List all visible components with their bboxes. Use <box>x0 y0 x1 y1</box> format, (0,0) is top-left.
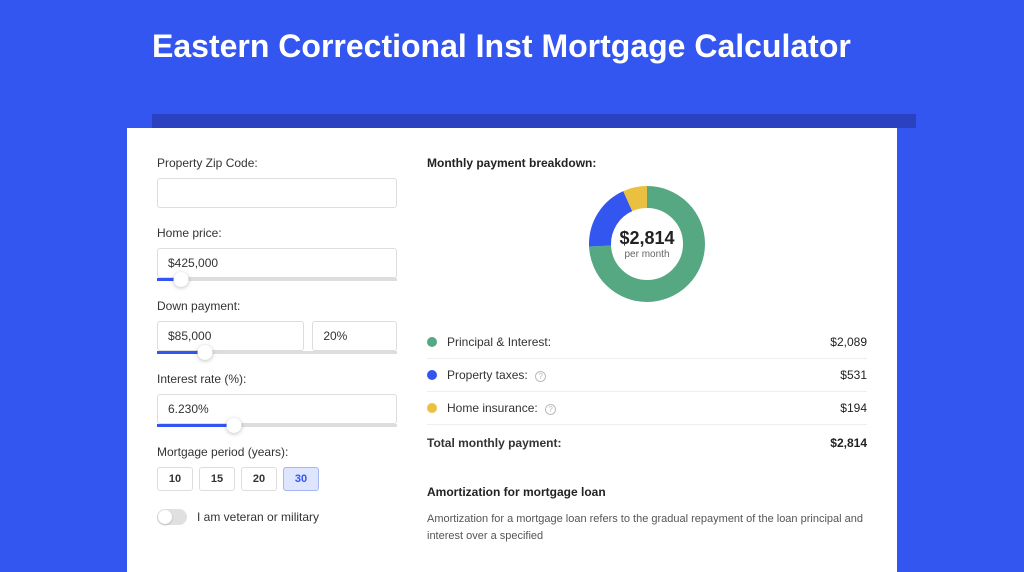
dot-yellow-icon <box>427 403 437 413</box>
principal-label: Principal & Interest: <box>447 335 830 349</box>
home-price-label: Home price: <box>157 226 397 240</box>
down-payment-percent-input[interactable] <box>312 321 397 351</box>
down-payment-label: Down payment: <box>157 299 397 313</box>
card-shadow <box>152 114 916 128</box>
info-icon[interactable]: ? <box>545 404 556 415</box>
donut-chart-container: $2,814 per month <box>427 184 867 304</box>
zip-label: Property Zip Code: <box>157 156 397 170</box>
donut-sub: per month <box>619 249 674 260</box>
interest-rate-input[interactable] <box>157 394 397 424</box>
period-options: 10 15 20 30 <box>157 467 397 491</box>
down-payment-amount-input[interactable] <box>157 321 304 351</box>
period-btn-20[interactable]: 20 <box>241 467 277 491</box>
breakdown-row-insurance: Home insurance: ? $194 <box>427 392 867 425</box>
interest-rate-slider[interactable] <box>157 424 397 427</box>
input-column: Property Zip Code: Home price: Down paym… <box>157 156 397 544</box>
insurance-label: Home insurance: ? <box>447 401 840 415</box>
down-payment-slider[interactable] <box>157 351 397 354</box>
veteran-toggle[interactable] <box>157 509 187 525</box>
down-payment-group: Down payment: <box>157 299 397 354</box>
period-label: Mortgage period (years): <box>157 445 397 459</box>
down-payment-slider-handle[interactable] <box>198 345 213 360</box>
info-icon[interactable]: ? <box>535 371 546 382</box>
dot-blue-icon <box>427 370 437 380</box>
period-btn-10[interactable]: 10 <box>157 467 193 491</box>
period-group: Mortgage period (years): 10 15 20 30 <box>157 445 397 491</box>
breakdown-row-principal: Principal & Interest: $2,089 <box>427 326 867 359</box>
interest-rate-label: Interest rate (%): <box>157 372 397 386</box>
interest-rate-slider-handle[interactable] <box>226 418 241 433</box>
calculator-card: Property Zip Code: Home price: Down paym… <box>127 128 897 572</box>
home-price-group: Home price: <box>157 226 397 281</box>
home-price-slider[interactable] <box>157 278 397 281</box>
total-value: $2,814 <box>830 436 867 450</box>
amortization-title: Amortization for mortgage loan <box>427 485 867 499</box>
insurance-label-text: Home insurance: <box>447 401 538 415</box>
home-price-slider-handle[interactable] <box>174 272 189 287</box>
period-btn-15[interactable]: 15 <box>199 467 235 491</box>
zip-input[interactable] <box>157 178 397 208</box>
dot-green-icon <box>427 337 437 347</box>
veteran-toggle-knob <box>158 510 172 524</box>
zip-field-group: Property Zip Code: <box>157 156 397 208</box>
amortization-section: Amortization for mortgage loan Amortizat… <box>427 485 867 544</box>
breakdown-column: Monthly payment breakdown: $2,814 per mo… <box>427 156 867 544</box>
insurance-value: $194 <box>840 401 867 415</box>
veteran-label: I am veteran or military <box>197 510 319 524</box>
donut-amount: $2,814 <box>619 228 674 249</box>
taxes-value: $531 <box>840 368 867 382</box>
taxes-label: Property taxes: ? <box>447 368 840 382</box>
page-title: Eastern Correctional Inst Mortgage Calcu… <box>0 0 1024 65</box>
breakdown-title: Monthly payment breakdown: <box>427 156 867 170</box>
donut-chart: $2,814 per month <box>587 184 707 304</box>
total-label: Total monthly payment: <box>427 436 830 450</box>
home-price-input[interactable] <box>157 248 397 278</box>
period-btn-30[interactable]: 30 <box>283 467 319 491</box>
breakdown-row-taxes: Property taxes: ? $531 <box>427 359 867 392</box>
breakdown-row-total: Total monthly payment: $2,814 <box>427 425 867 459</box>
principal-value: $2,089 <box>830 335 867 349</box>
veteran-toggle-row: I am veteran or military <box>157 509 397 525</box>
interest-rate-group: Interest rate (%): <box>157 372 397 427</box>
taxes-label-text: Property taxes: <box>447 368 528 382</box>
donut-center: $2,814 per month <box>619 228 674 260</box>
amortization-text: Amortization for a mortgage loan refers … <box>427 511 867 544</box>
